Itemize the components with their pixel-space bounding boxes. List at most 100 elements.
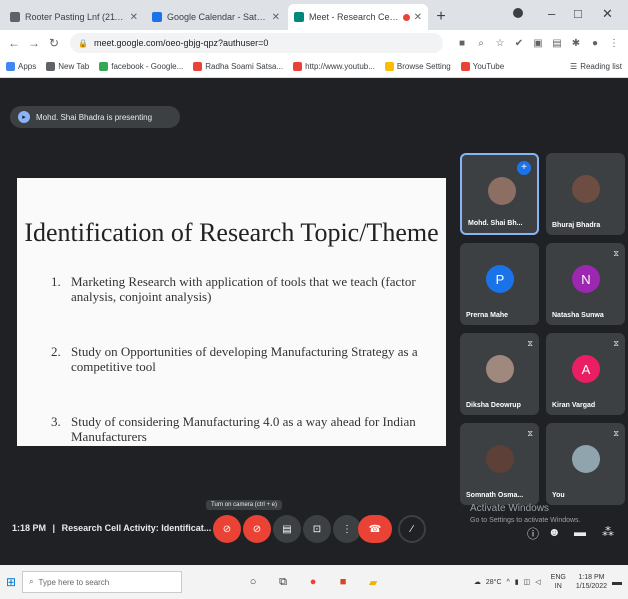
camera-icon[interactable]: ■ <box>454 38 470 49</box>
maximize-icon[interactable]: □ <box>574 6 582 21</box>
participant-video <box>488 177 516 205</box>
back-icon[interactable]: ← <box>6 36 22 50</box>
bookmark-item[interactable]: http://www.youtub... <box>293 62 375 71</box>
participant-tile[interactable]: + Mohd. Shai Bh... <box>460 153 539 235</box>
close-tab-icon[interactable]: ✕ <box>130 12 138 23</box>
volume-icon[interactable]: ◁ <box>535 578 540 586</box>
youtube-icon <box>460 62 470 71</box>
notification-icon[interactable]: ▬ <box>612 577 622 588</box>
bookmark-apps[interactable]: Apps <box>6 62 36 71</box>
activities-button[interactable]: ∕ <box>398 515 426 543</box>
activities-icon[interactable]: ⁂ <box>602 525 614 539</box>
tab-title: Rooter Pasting Lnf (21100) - <box>25 12 126 22</box>
search-icon: ⌕ <box>29 577 34 586</box>
bookmark-item[interactable]: YouTube <box>460 62 505 71</box>
participant-tile[interactable]: P Prerna Mahe <box>460 243 539 325</box>
search-placeholder: Type here to search <box>38 577 110 587</box>
participant-name: Bhuraj Bhadra <box>552 222 601 229</box>
extension-icon[interactable]: ▣ <box>530 38 546 49</box>
bookmark-item[interactable]: Browse Setting <box>384 62 451 71</box>
windows-taskbar: ⊞ ⌕ Type here to search ○ ⧉ ● ■ ▰ ☁ 28°C… <box>0 565 628 599</box>
present-icon: ▸ <box>18 111 30 123</box>
clock-time: 1:18 PM <box>578 574 605 581</box>
minimize-icon[interactable]: – <box>548 6 555 21</box>
extension-icon[interactable]: ✔ <box>511 38 527 49</box>
url-input[interactable]: 🔒 meet.google.com/oeo-gbjg-qpz?authuser=… <box>70 33 443 53</box>
network-icon[interactable]: ◫ <box>524 578 531 586</box>
captions-button[interactable]: ▤ <box>273 515 301 543</box>
taskbar-search-input[interactable]: ⌕ Type here to search <box>22 571 183 593</box>
clock[interactable]: 1:18 PM 1/15/2022 <box>571 573 607 591</box>
meet-icon <box>294 12 304 22</box>
close-window-icon[interactable]: ✕ <box>602 6 613 22</box>
menu-icon[interactable]: ⋮ <box>606 38 622 49</box>
bookmark-item[interactable]: facebook - Google... <box>99 62 183 71</box>
bookmark-item[interactable]: Radha Soami Satsa... <box>193 62 283 71</box>
participant-tile[interactable]: ⧖ Somnath Osma... <box>460 423 539 505</box>
pin-icon[interactable]: + <box>517 161 531 175</box>
tab-title: Meet - Research Cell Activ... <box>309 12 399 22</box>
chrome-icon[interactable]: ● <box>302 572 324 592</box>
star-icon[interactable]: ☆ <box>492 38 508 49</box>
bookmark-label: Browse Setting <box>396 62 451 71</box>
bookmark-item[interactable]: New Tab <box>46 62 89 71</box>
participant-video <box>486 355 514 383</box>
participant-tile[interactable]: ⧖ Diksha Deowrup <box>460 333 539 415</box>
new-tab-button[interactable]: + <box>430 4 452 30</box>
mic-toggle-button[interactable]: ⊘ <box>213 515 241 543</box>
mic-off-icon: ⊘ <box>222 523 232 535</box>
slide-list-item: 3. Study of considering Manufacturing 4.… <box>51 414 431 444</box>
participant-tile[interactable]: Bhuraj Bhadra <box>546 153 625 235</box>
avatar: N <box>572 265 600 293</box>
reading-list[interactable]: ☰ Reading list <box>570 62 622 71</box>
chat-icon[interactable]: ▬ <box>574 525 586 539</box>
bookmark-label: YouTube <box>472 62 505 71</box>
close-tab-icon[interactable]: ✕ <box>414 12 422 23</box>
browser-tab-active[interactable]: Meet - Research Cell Activ... ✕ <box>288 4 428 30</box>
leave-call-button[interactable]: ☎ <box>358 515 392 543</box>
meeting-title: Research Cell Activity: Identificat... <box>61 523 212 533</box>
chevron-up-icon[interactable]: ^ <box>507 579 510 586</box>
more-options-button[interactable]: ⋮ <box>333 515 361 543</box>
people-icon[interactable]: ☻ <box>548 525 561 539</box>
browser-tab[interactable]: Rooter Pasting Lnf (21100) - ✕ <box>4 4 144 30</box>
cortana-icon[interactable]: ○ <box>242 572 264 592</box>
powerpoint-icon[interactable]: ■ <box>332 572 354 592</box>
avatar: A <box>572 355 600 383</box>
puzzle-icon[interactable]: ✱ <box>568 38 584 49</box>
meeting-details[interactable]: 1:18 PM | Research Cell Activity: Identi… <box>12 523 211 533</box>
file-explorer-icon[interactable]: ▰ <box>362 572 384 592</box>
participant-name: Kiran Vargad <box>552 402 596 409</box>
weather-icon[interactable]: ☁ <box>474 578 481 586</box>
extension-icon[interactable]: ▤ <box>549 38 565 49</box>
avatar[interactable]: ● <box>587 38 603 49</box>
participant-tile-self[interactable]: ⧖ You <box>546 423 625 505</box>
present-button[interactable]: ⊡ <box>303 515 331 543</box>
presenting-label: Mohd. Shai Bhadra is presenting <box>36 112 153 122</box>
screen: Rooter Pasting Lnf (21100) - ✕ Google Ca… <box>0 0 628 599</box>
url-text: meet.google.com/oeo-gbjg-qpz?authuser=0 <box>93 38 269 48</box>
bookmarks-bar: Apps New Tab facebook - Google... Radha … <box>0 56 628 78</box>
close-tab-icon[interactable]: ✕ <box>272 12 280 23</box>
camera-toggle-button[interactable]: ⊘ <box>243 515 271 543</box>
reload-icon[interactable]: ↻ <box>46 36 62 50</box>
participant-name: Diksha Deowrup <box>466 402 521 409</box>
tab-title: Google Calendar - Saturday, 1/... <box>167 12 268 22</box>
windows-start-icon[interactable]: ⊞ <box>6 575 16 589</box>
hang-up-icon: ☎ <box>368 523 382 535</box>
language-indicator[interactable]: ENG IN <box>546 573 566 591</box>
battery-icon[interactable]: ▮ <box>515 578 519 586</box>
meet-stage: ▸ Mohd. Shai Bhadra is presenting Identi… <box>0 78 628 565</box>
slide-item-number: 3. <box>51 414 61 429</box>
browser-tab[interactable]: Google Calendar - Saturday, 1/... ✕ <box>146 4 286 30</box>
presenting-banner[interactable]: ▸ Mohd. Shai Bhadra is presenting <box>10 106 180 128</box>
participant-name: Prerna Mahe <box>466 312 509 319</box>
participant-tile[interactable]: ⧖ A Kiran Vargad <box>546 333 625 415</box>
forward-icon[interactable]: → <box>26 36 42 50</box>
bookmark-icon <box>46 62 56 71</box>
task-view-icon[interactable]: ⧉ <box>272 572 294 592</box>
profile-icon[interactable] <box>513 8 523 18</box>
participant-tile[interactable]: ⧖ N Natasha Sunwa <box>546 243 625 325</box>
info-icon[interactable]: ⓘ <box>527 525 539 542</box>
zoom-icon[interactable]: ⌕ <box>473 38 489 49</box>
